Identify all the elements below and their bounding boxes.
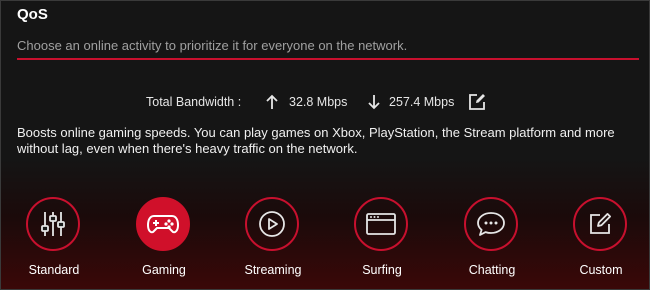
gamepad-icon: [146, 211, 180, 237]
chat-bubble-icon: [475, 210, 507, 238]
mode-streaming[interactable]: Streaming: [228, 197, 318, 285]
total-bandwidth-row: Total Bandwidth : 32.8 Mbps 257.4 Mbps: [1, 94, 650, 112]
mode-custom-circle: [573, 197, 627, 251]
mode-gaming-label: Gaming: [142, 263, 186, 277]
download-speed: 257.4 Mbps: [389, 95, 455, 109]
mode-standard-label: Standard: [28, 263, 80, 277]
edit-bandwidth-icon[interactable]: [467, 92, 487, 112]
mode-chatting[interactable]: Chatting: [447, 197, 537, 285]
mode-surfing-circle: [354, 197, 408, 251]
qos-mode-list: Standard Gaming Streaming Surfing Chatti…: [1, 197, 650, 287]
mode-standard-circle: [26, 197, 80, 251]
download-arrow-icon: [367, 94, 381, 110]
edit-icon: [586, 210, 614, 238]
upload-arrow-icon: [265, 94, 279, 110]
page-title: QoS: [17, 6, 48, 23]
mode-streaming-circle: [245, 197, 299, 251]
page-subtitle: Choose an online activity to prioritize …: [17, 38, 408, 53]
upload-speed: 32.8 Mbps: [289, 95, 348, 109]
mode-surfing-label: Surfing: [362, 263, 402, 277]
mode-custom[interactable]: Custom: [556, 197, 646, 285]
browser-icon: [365, 211, 397, 237]
mode-gaming-circle: [136, 197, 190, 251]
sliders-icon: [38, 209, 68, 239]
mode-streaming-label: Streaming: [244, 263, 302, 277]
mode-standard[interactable]: Standard: [9, 197, 99, 285]
qos-panel: QoS Choose an online activity to priorit…: [0, 0, 650, 290]
mode-gaming[interactable]: Gaming: [119, 197, 209, 285]
mode-custom-label: Custom: [579, 263, 623, 277]
mode-chatting-circle: [464, 197, 518, 251]
play-icon: [257, 209, 287, 239]
mode-chatting-label: Chatting: [468, 263, 516, 277]
mode-surfing[interactable]: Surfing: [337, 197, 427, 285]
header-divider: [17, 58, 639, 60]
mode-description: Boosts online gaming speeds. You can pla…: [17, 125, 615, 156]
bandwidth-label: Total Bandwidth :: [146, 95, 242, 109]
